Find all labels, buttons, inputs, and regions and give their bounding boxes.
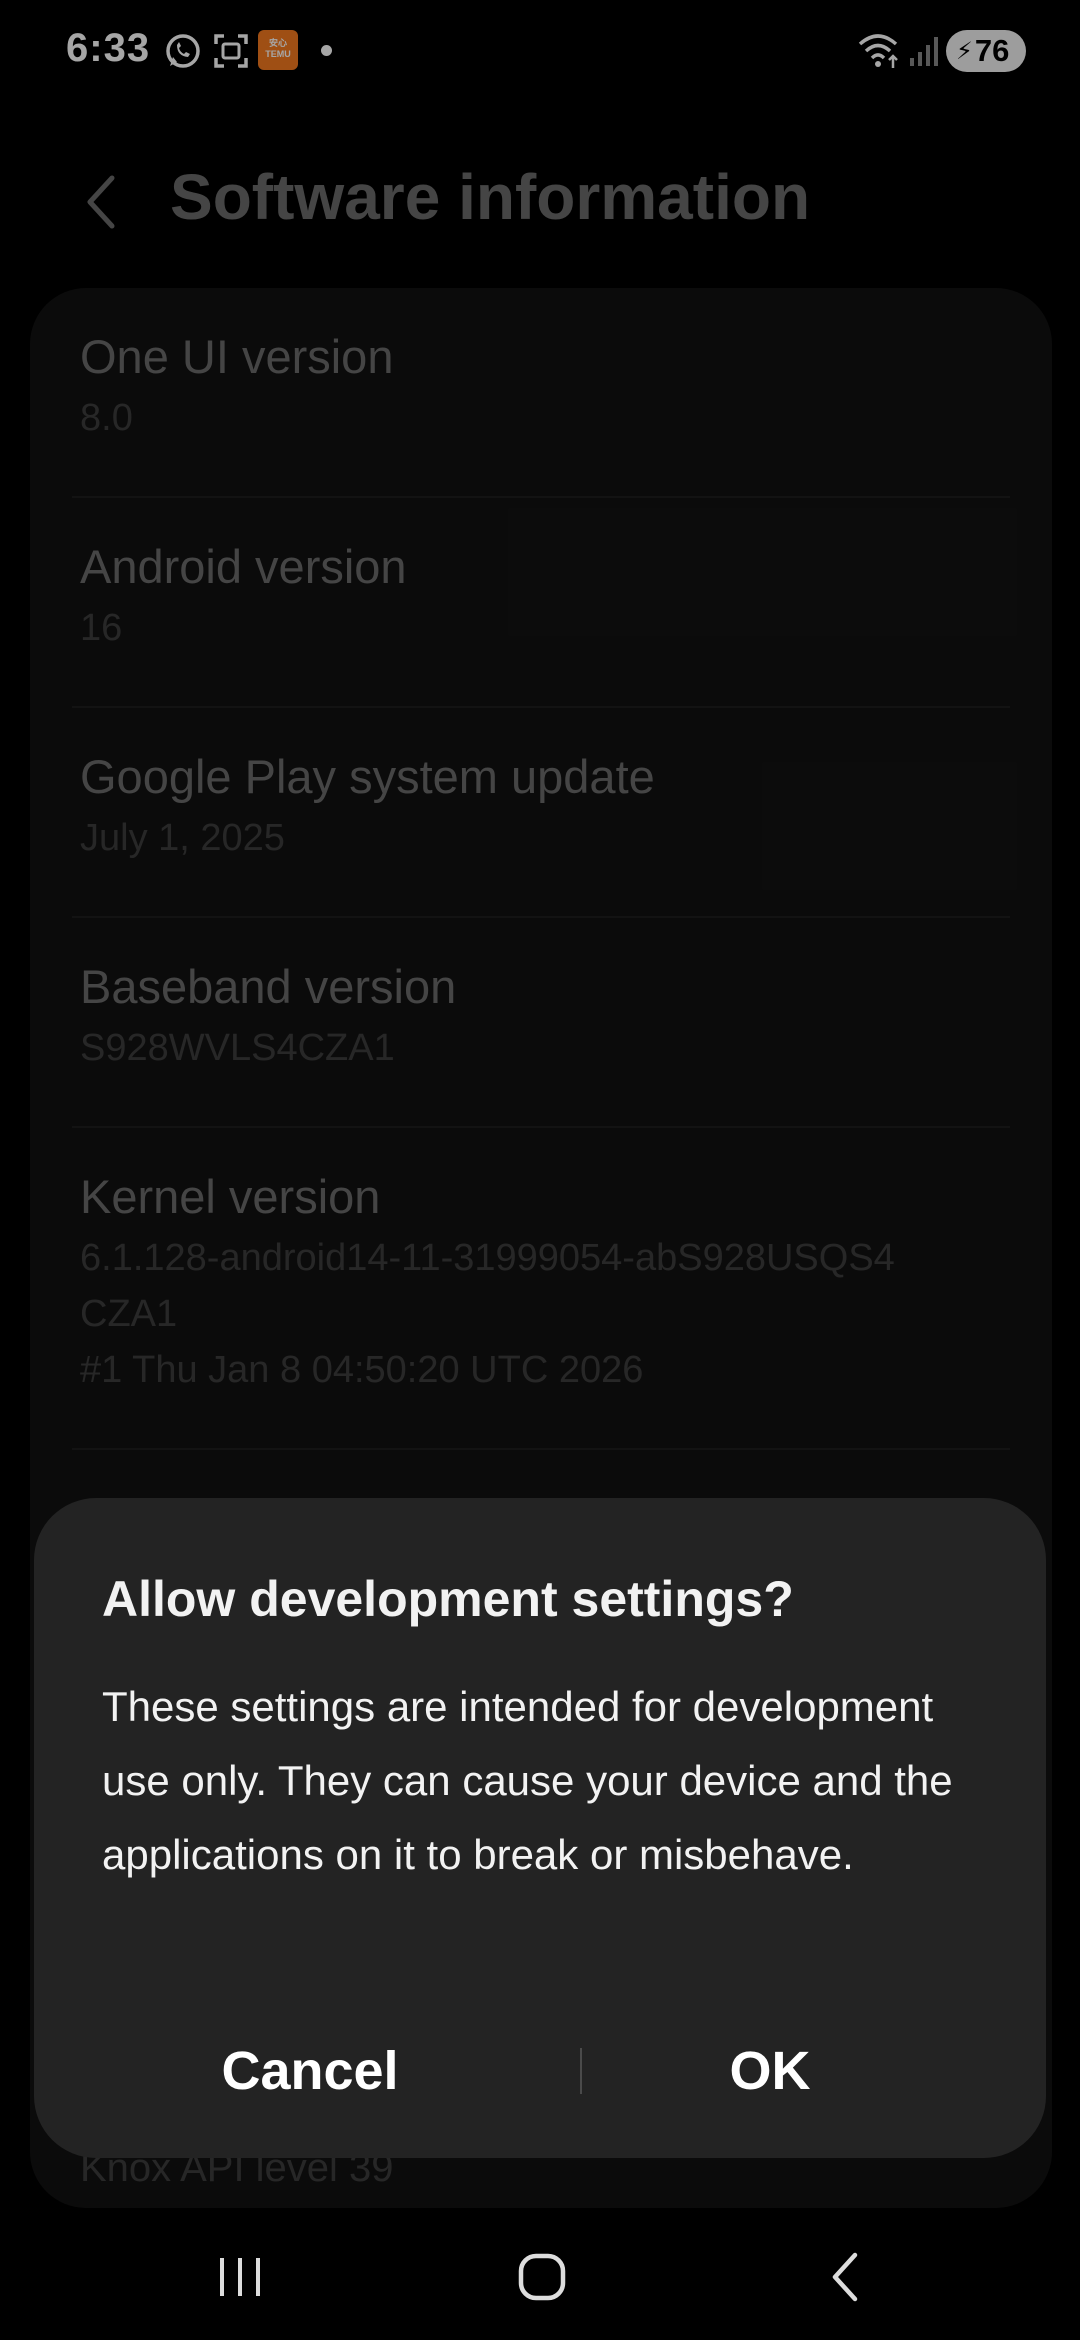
recents-icon [220,2258,260,2296]
back-icon [832,2252,858,2302]
recents-button[interactable] [195,2232,285,2322]
dialog-title: Allow development settings? [102,1571,794,1627]
ok-button[interactable]: OK [550,2016,990,2126]
navigation-bar [0,2210,1080,2340]
cancel-button[interactable]: Cancel [90,2016,530,2126]
home-icon [518,2253,566,2301]
home-button[interactable] [497,2232,587,2322]
dialog-message: These settings are intended for developm… [102,1683,953,1878]
allow-dev-settings-dialog: Allow development settings? These settin… [34,1498,1046,2158]
dialog-actions: Cancel OK [34,2016,1046,2126]
back-button[interactable] [800,2232,890,2322]
